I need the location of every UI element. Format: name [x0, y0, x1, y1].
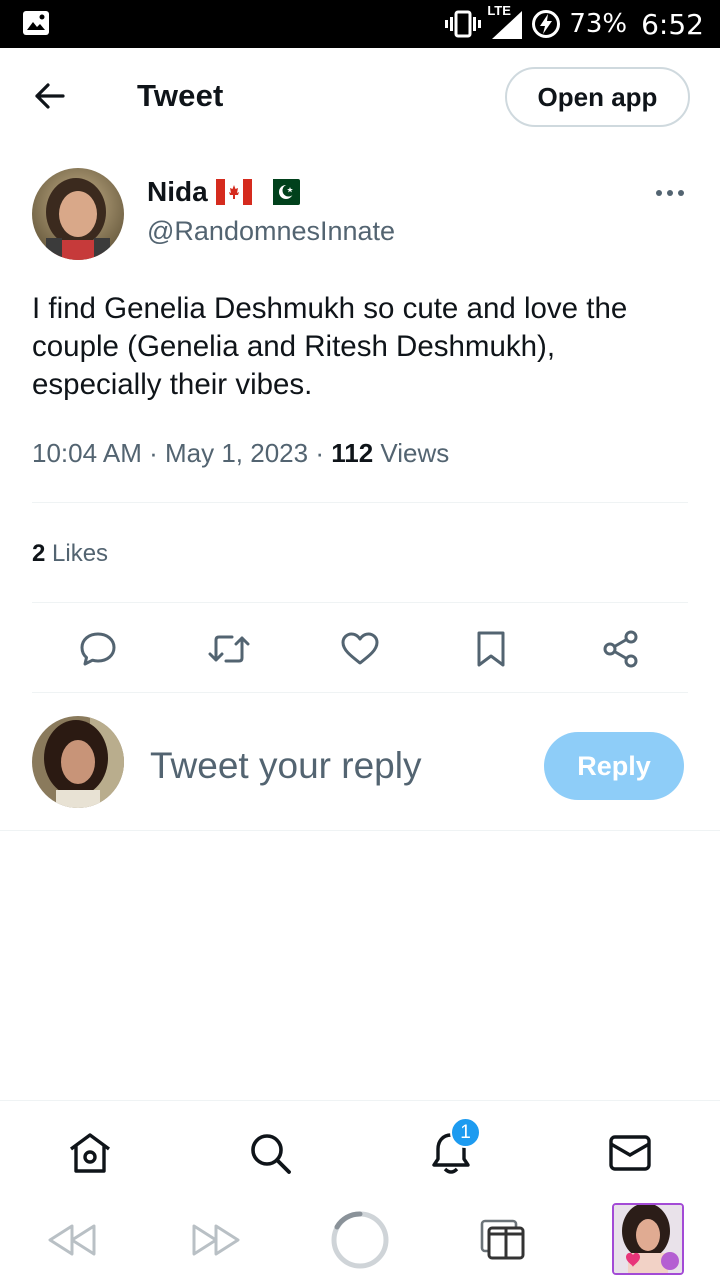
nav-search[interactable] [246, 1129, 294, 1177]
gallery-notification-icon [22, 10, 50, 36]
rewind-icon [48, 1224, 96, 1256]
fast-forward-icon [192, 1224, 240, 1256]
reply-input[interactable] [150, 738, 520, 794]
browser-toolbar [0, 1200, 720, 1280]
retweet-action-button[interactable] [207, 627, 251, 671]
clock: 6:52 [641, 7, 704, 41]
tweet-date[interactable]: May 1, 2023 [165, 438, 308, 468]
author-name[interactable]: Nida [147, 176, 208, 208]
tabs-icon [480, 1219, 525, 1260]
open-app-button[interactable]: Open app [505, 67, 690, 127]
retweet-icon [208, 635, 250, 663]
meta-separator: · [149, 438, 165, 468]
bookmark-action-button[interactable] [469, 627, 513, 671]
status-bar: LTE 73% 6:52 [0, 0, 720, 48]
home-icon [69, 1133, 111, 1173]
author-avatar[interactable] [32, 168, 124, 260]
more-dot [667, 190, 673, 196]
more-dots-icon [656, 190, 662, 196]
divider [32, 602, 688, 603]
share-action-button[interactable] [599, 627, 643, 671]
likes-label: Likes [52, 540, 109, 567]
like-action-button[interactable] [338, 627, 382, 671]
like-icon [341, 632, 379, 665]
views-count: 112 [331, 438, 374, 468]
composer-divider [0, 830, 720, 831]
meta-separator: · [315, 438, 332, 468]
battery-percentage: 73% [569, 9, 628, 39]
tweet-meta: 10:04 AM · May 1, 2023 · 112 Views [32, 438, 449, 469]
canada-flag-icon [215, 179, 252, 205]
network-type: LTE [487, 3, 511, 18]
pakistan-flag-icon [263, 179, 300, 205]
top-header: Tweet Open app [0, 48, 720, 146]
browser-profile-thumbnail[interactable] [612, 1203, 684, 1275]
browser-tabs-button[interactable] [478, 1208, 528, 1272]
back-button[interactable] [28, 74, 72, 118]
bottom-navigation: 1 [0, 1100, 720, 1200]
current-user-avatar[interactable] [32, 716, 124, 808]
divider [32, 502, 688, 503]
likes-count: 2 [32, 540, 46, 567]
messages-icon [609, 1135, 651, 1171]
browser-forward-button[interactable] [188, 1208, 244, 1272]
reply-action-button[interactable] [76, 627, 120, 671]
nav-messages[interactable] [606, 1129, 654, 1177]
divider [32, 692, 688, 693]
browser-back-button[interactable] [44, 1208, 100, 1272]
share-icon [603, 630, 638, 668]
search-icon [251, 1134, 291, 1174]
likes-stat[interactable]: 2 Likes [32, 540, 108, 568]
vibrate-icon [445, 10, 482, 38]
loading-spinner-icon [331, 1211, 389, 1269]
bookmark-icon [477, 631, 505, 667]
author-handle[interactable]: @RandomnesInnate [147, 216, 395, 247]
more-dot [678, 190, 684, 196]
nav-home[interactable] [66, 1129, 114, 1177]
tweet-text: I find Genelia Deshmukh so cute and love… [32, 292, 628, 401]
back-arrow-icon [35, 83, 65, 109]
battery-charging-icon [531, 9, 561, 39]
notification-badge: 1 [450, 1117, 481, 1148]
author-name-row: Nida [147, 176, 300, 208]
tweet-time[interactable]: 10:04 AM [32, 438, 142, 468]
reply-icon [80, 632, 116, 666]
browser-reload-button[interactable] [328, 1208, 392, 1272]
reply-button[interactable]: Reply [544, 732, 684, 800]
lte-signal-icon: LTE [487, 3, 523, 39]
views-label: Views [380, 438, 450, 468]
more-options-button[interactable] [650, 178, 690, 208]
page-title: Tweet [137, 78, 224, 113]
